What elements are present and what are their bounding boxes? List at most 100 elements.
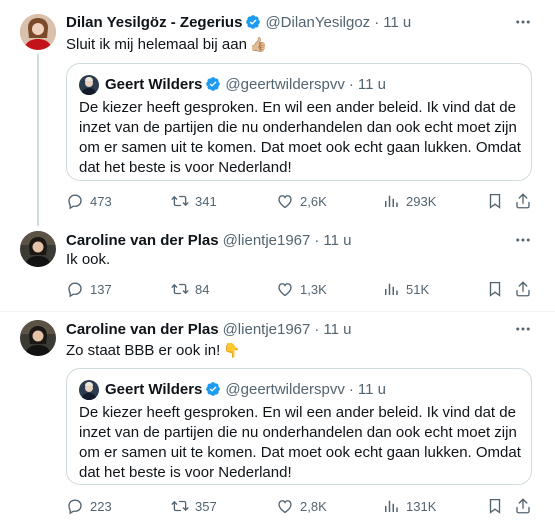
repost-count: 84 xyxy=(195,281,210,297)
reply-button[interactable]: 473 xyxy=(66,191,112,211)
reply-button[interactable]: 223 xyxy=(66,496,112,516)
repost-button[interactable]: 341 xyxy=(171,191,217,211)
heart-icon xyxy=(276,280,294,298)
person-avatar-dark-icon xyxy=(20,320,56,356)
reply-icon xyxy=(66,497,84,515)
author-name[interactable]: Dilan Yesilgöz - Zegerius xyxy=(66,14,242,31)
views-button[interactable]: 293K xyxy=(382,191,436,211)
reply-count: 137 xyxy=(90,281,112,297)
more-options-button[interactable] xyxy=(513,319,533,339)
tweet-text: Zo staat BBB er ook in! 👇 xyxy=(66,340,241,361)
author-handle[interactable]: @DilanYesilgoz xyxy=(265,14,370,31)
quoted-author-handle: @geertwilderspvv xyxy=(225,380,345,398)
repost-icon xyxy=(171,192,189,210)
heart-icon xyxy=(276,192,294,210)
quoted-text: De kiezer heeft gesproken. En wil een an… xyxy=(79,404,521,481)
heart-icon xyxy=(276,497,294,515)
avatar[interactable] xyxy=(20,14,56,50)
tweet-text: Sluit ik mij helemaal bij aan 👍🏼 xyxy=(66,34,267,55)
person-avatar-red-icon xyxy=(20,14,56,50)
verified-badge-icon xyxy=(205,381,221,397)
divider xyxy=(0,311,555,312)
bookmark-icon xyxy=(486,280,504,298)
like-button[interactable]: 2,8K xyxy=(276,496,327,516)
separator-dot: · xyxy=(374,13,380,31)
quoted-author-handle: @geertwilderspvv xyxy=(225,75,345,93)
share-icon xyxy=(514,280,532,298)
more-options-button[interactable] xyxy=(513,230,533,250)
quoted-header: Geert Wilders @geertwilderspvv · 11 u xyxy=(105,379,386,399)
author-name[interactable]: Caroline van der Plas xyxy=(66,232,219,249)
avatar[interactable] xyxy=(20,231,56,267)
repost-button[interactable]: 357 xyxy=(171,496,217,516)
repost-button[interactable]: 84 xyxy=(171,279,209,299)
repost-icon xyxy=(171,280,189,298)
views-count: 293K xyxy=(406,193,437,209)
author-handle[interactable]: @lientje1967 xyxy=(223,321,311,338)
quoted-author-name: Geert Wilders xyxy=(105,380,203,398)
thread-connector-line xyxy=(37,54,39,226)
reply-count: 473 xyxy=(90,193,112,209)
quoted-tweet[interactable]: Geert Wilders @geertwilderspvv · 11 u De… xyxy=(66,63,532,181)
quoted-tweet[interactable]: Geert Wilders @geertwilderspvv · 11 u De… xyxy=(66,368,532,485)
timestamp[interactable]: 11 u xyxy=(323,232,351,249)
quoted-header: Geert Wilders @geertwilderspvv · 11 u xyxy=(105,74,386,94)
share-button[interactable] xyxy=(514,279,532,299)
bookmark-button[interactable] xyxy=(486,191,504,211)
repost-icon xyxy=(171,497,189,515)
thumbs-up-emoji: 👍🏼 xyxy=(249,36,268,52)
bookmark-button[interactable] xyxy=(486,496,504,516)
bookmark-button[interactable] xyxy=(486,279,504,299)
person-avatar-dark-icon xyxy=(20,231,56,267)
author-name[interactable]: Caroline van der Plas xyxy=(66,321,219,338)
bookmark-icon xyxy=(486,192,504,210)
tweet-header: Dilan Yesilgöz - Zegerius @DilanYesilgoz… xyxy=(66,12,411,32)
timestamp[interactable]: 11 u xyxy=(383,14,411,31)
tweet-text-content: Sluit ik mij helemaal bij aan xyxy=(66,36,247,53)
more-icon xyxy=(514,231,532,249)
views-count: 51K xyxy=(406,281,430,297)
views-button[interactable]: 131K xyxy=(382,496,436,516)
separator-dot: · xyxy=(314,231,320,249)
tweet-actions: 223 357 2,8K 131K xyxy=(66,496,532,516)
reply-icon xyxy=(66,192,84,210)
share-button[interactable] xyxy=(514,496,532,516)
repost-count: 357 xyxy=(195,498,217,514)
quoted-text: De kiezer heeft gesproken. En wil een an… xyxy=(79,99,521,176)
author-handle[interactable]: @lientje1967 xyxy=(223,232,311,249)
share-icon xyxy=(514,192,532,210)
views-button[interactable]: 51K xyxy=(382,279,429,299)
quoted-avatar xyxy=(79,380,99,400)
verified-badge-icon xyxy=(245,14,261,30)
more-icon xyxy=(514,320,532,338)
repost-count: 341 xyxy=(195,193,217,209)
separator-dot: · xyxy=(348,75,354,93)
separator-dot: · xyxy=(314,320,320,338)
views-icon xyxy=(382,192,400,210)
tweet-header: Caroline van der Plas @lientje1967 · 11 … xyxy=(66,230,351,250)
tweet-actions: 137 84 1,3K 51K xyxy=(66,279,532,299)
like-count: 2,6K xyxy=(300,193,327,209)
avatar[interactable] xyxy=(20,320,56,356)
verified-badge-icon xyxy=(205,76,221,92)
tweet-text: Ik ook. xyxy=(66,251,111,268)
more-icon xyxy=(514,13,532,31)
tweet-text-content: Zo staat BBB er ook in! xyxy=(66,342,221,359)
share-icon xyxy=(514,497,532,515)
share-button[interactable] xyxy=(514,191,532,211)
like-count: 2,8K xyxy=(300,498,327,514)
like-button[interactable]: 2,6K xyxy=(276,191,327,211)
tweet-header: Caroline van der Plas @lientje1967 · 11 … xyxy=(66,319,351,339)
bookmark-icon xyxy=(486,497,504,515)
views-icon xyxy=(382,280,400,298)
quoted-timestamp: 11 u xyxy=(357,75,386,93)
like-count: 1,3K xyxy=(300,281,327,297)
quoted-timestamp: 11 u xyxy=(357,380,386,398)
person-avatar-icon xyxy=(79,380,99,400)
timestamp[interactable]: 11 u xyxy=(323,321,351,338)
quoted-author-name: Geert Wilders xyxy=(105,75,203,93)
reply-button[interactable]: 137 xyxy=(66,279,112,299)
more-options-button[interactable] xyxy=(513,12,533,32)
views-icon xyxy=(382,497,400,515)
like-button[interactable]: 1,3K xyxy=(276,279,327,299)
